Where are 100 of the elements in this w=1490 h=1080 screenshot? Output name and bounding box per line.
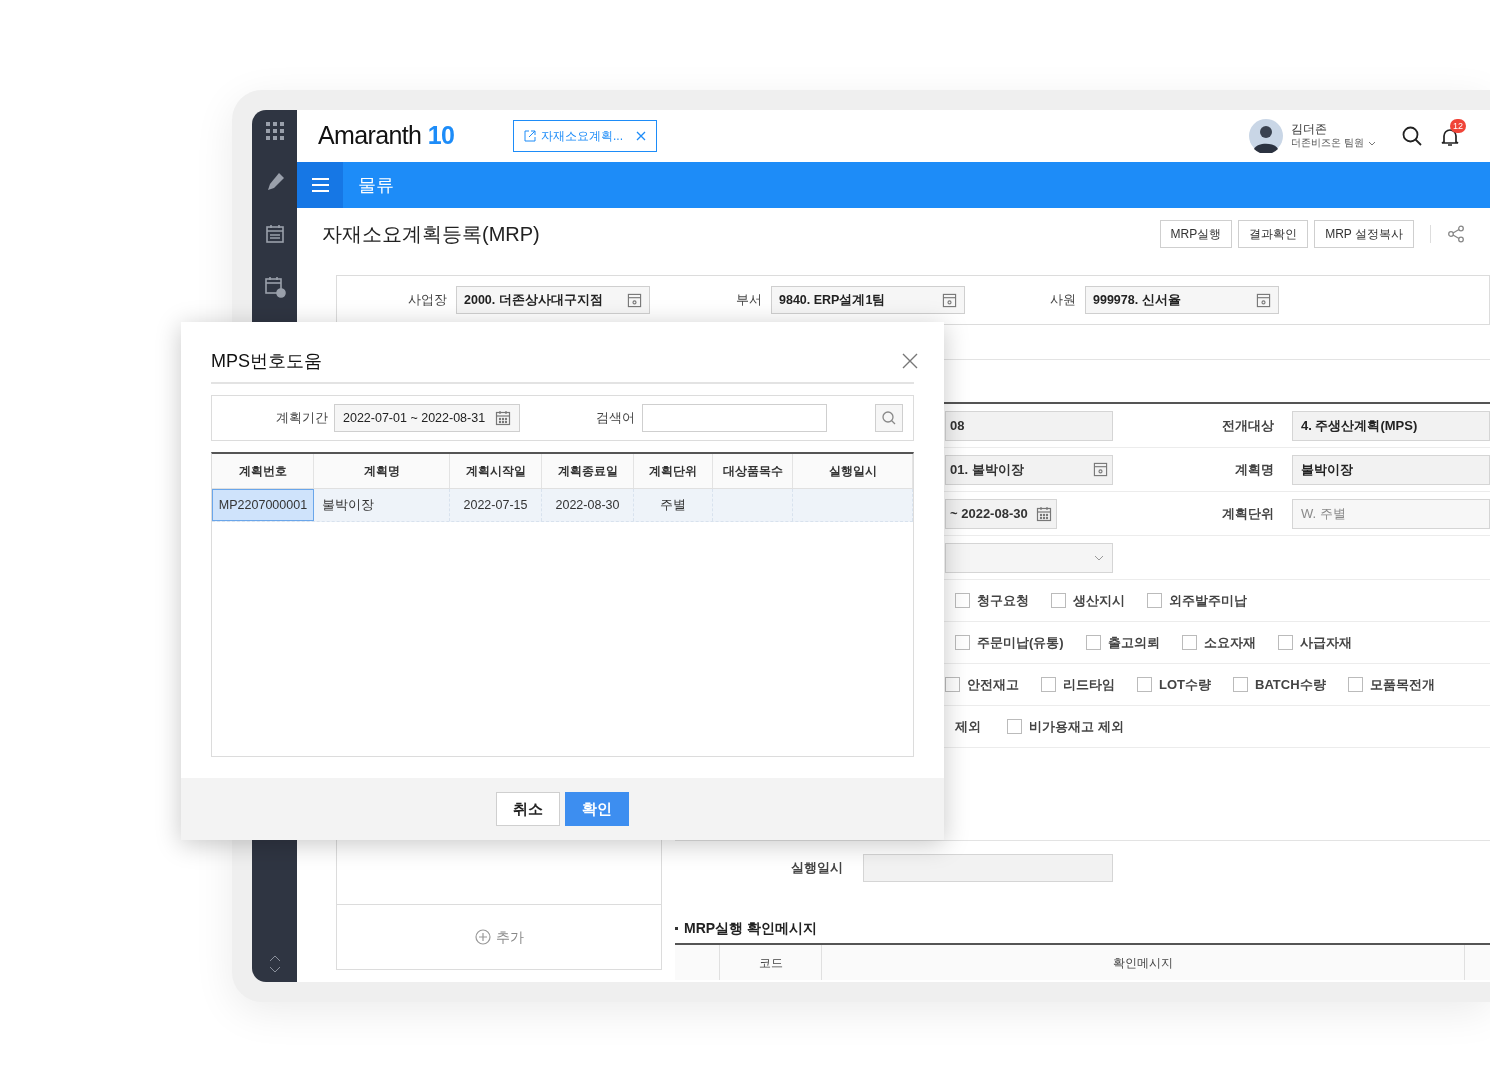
column-header: 계획종료일 (557, 463, 618, 480)
checkbox[interactable] (1137, 677, 1152, 692)
grid-cell-text: 2022-07-15 (463, 496, 528, 514)
section-title: MRP실행 확인메시지 (684, 918, 817, 938)
select-field[interactable] (945, 542, 1113, 573)
chevron-down-icon[interactable] (268, 966, 281, 974)
checkbox-label: 사급자재 (1299, 633, 1352, 652)
avatar[interactable] (1249, 119, 1284, 153)
checkbox-label: 출고의뢰 (1107, 633, 1160, 652)
share-icon[interactable] (1447, 225, 1465, 243)
open-tab[interactable]: 자재소요계획... (513, 120, 657, 152)
checkbox-label: 소요자재 (1203, 633, 1256, 652)
grid-icon[interactable] (265, 122, 284, 140)
checkbox[interactable] (1007, 719, 1022, 734)
filter-field[interactable]: 2000. 더존상사대구지점 (456, 286, 650, 314)
date-range-field[interactable]: 2022-07-01 ~ 2022-08-31 (334, 404, 520, 432)
form-label: 계획단위 (1221, 504, 1275, 523)
grid-row[interactable]: MP2207000001 불박이장 2022-07-15 2022-08-30 주별 (212, 489, 913, 522)
filter-label: 부서 (735, 291, 763, 310)
column-header: 실행일시 (828, 463, 877, 480)
checkbox-label: 비가용재고 제외 (1029, 717, 1124, 736)
column-header: 대상품목수 (722, 463, 783, 480)
calendar-icon[interactable] (1036, 505, 1052, 522)
checkbox[interactable] (1147, 593, 1162, 608)
popup-icon[interactable] (1256, 292, 1271, 308)
grid-cell-text: 2022-08-30 (555, 496, 620, 514)
form-field[interactable]: 불박이장 (1292, 454, 1490, 485)
bullet-icon (675, 926, 678, 930)
lookup-field[interactable]: 01. 불박이장 (945, 454, 1113, 485)
checkbox-label: LOT수량 (1159, 675, 1211, 694)
toolbar-button[interactable]: MRP 설정복사 (1314, 220, 1414, 248)
checkbox[interactable] (955, 635, 970, 650)
form-label: 계획명 (1234, 460, 1275, 479)
toolbar-button[interactable]: MRP실행 (1159, 220, 1233, 248)
search-icon[interactable] (1402, 126, 1422, 146)
column-header: 계획명 (363, 463, 400, 480)
popup-icon[interactable] (627, 292, 642, 308)
checkbox-label: 외주발주미납 (1169, 591, 1247, 610)
form-field[interactable]: 4. 주생산계획(MPS) (1292, 410, 1490, 441)
column-header: 코드 (758, 954, 783, 972)
filter-field[interactable]: 9840. ERP설계1팀 (771, 286, 965, 314)
checkbox[interactable] (1181, 635, 1197, 650)
run-time-field[interactable] (863, 853, 1113, 882)
user-name: 김더존 (1291, 122, 1329, 138)
search-icon (882, 411, 896, 425)
checkbox[interactable] (1347, 677, 1363, 692)
dialog-title: MPS번호도움 (211, 349, 322, 373)
filter-field[interactable]: 999978. 신서율 (1085, 286, 1279, 314)
checkbox[interactable] (945, 677, 960, 692)
calendar-icon[interactable] (264, 224, 285, 244)
close-icon[interactable] (636, 131, 646, 141)
checkbox-label: 주문미납(유통) (977, 633, 1064, 652)
column-header: 계획시작일 (465, 463, 526, 480)
calendar-icon[interactable] (495, 410, 511, 426)
checkbox-label: 모품목전개 (1369, 675, 1435, 694)
bell-icon[interactable] (1440, 127, 1460, 147)
caret-icon[interactable] (1368, 141, 1376, 146)
checkbox[interactable] (1041, 677, 1056, 692)
calendar-clock-icon[interactable] (263, 276, 286, 298)
filter-label: 사원 (1049, 291, 1077, 310)
plus-circle-icon (474, 929, 491, 945)
menu-button[interactable] (297, 162, 343, 208)
form-label: 실행일시 (790, 858, 843, 877)
menu-icon (311, 178, 329, 192)
column-header: 계획번호 (238, 463, 287, 480)
column-header: 확인메시지 (1113, 954, 1173, 972)
popup-icon[interactable] (942, 292, 957, 308)
checkbox-label: 생산지시 (1073, 591, 1125, 610)
checkbox[interactable] (955, 593, 970, 608)
add-button[interactable]: 추가 (474, 926, 524, 948)
checkbox-label: 청구요청 (977, 591, 1029, 610)
grid-cell-text: 주별 (660, 496, 686, 514)
checkbox[interactable] (1051, 593, 1066, 608)
search-button[interactable] (875, 404, 903, 432)
logo: Amaranth 10 (318, 121, 455, 150)
popup-icon[interactable] (1093, 462, 1108, 477)
notification-badge: 12 (1450, 119, 1466, 133)
checkbox[interactable] (1277, 635, 1293, 650)
close-icon[interactable] (902, 353, 918, 369)
column-header: 계획단위 (649, 463, 697, 480)
form-label: 전개대상 (1221, 416, 1275, 435)
filter-label: 사업장 (407, 291, 448, 310)
checkbox-label: 리드타임 (1063, 675, 1115, 694)
checkbox[interactable] (1233, 677, 1248, 692)
page-title: 자재소요계획등록(MRP) (322, 222, 540, 247)
external-link-icon (524, 130, 536, 142)
chevron-up-icon[interactable] (268, 954, 281, 962)
grid-cell-text: 불박이장 (322, 496, 374, 514)
checkbox-label: 제외 (955, 717, 981, 736)
user-role: 더존비즈온 팀원 (1291, 137, 1364, 150)
search-label: 계획기간 (275, 409, 328, 428)
dialog-button[interactable]: 취소 (496, 792, 560, 826)
checkbox-label: 안전재고 (967, 675, 1019, 694)
menu-title: 물류 (358, 173, 394, 197)
checkbox[interactable] (1085, 635, 1101, 650)
search-label: 검색어 (595, 409, 635, 428)
text-field[interactable]: 08 (945, 410, 1113, 441)
chevron-down-icon (1094, 554, 1104, 561)
search-field[interactable] (642, 404, 827, 432)
toolbar-button[interactable]: 결과확인 (1238, 220, 1309, 248)
